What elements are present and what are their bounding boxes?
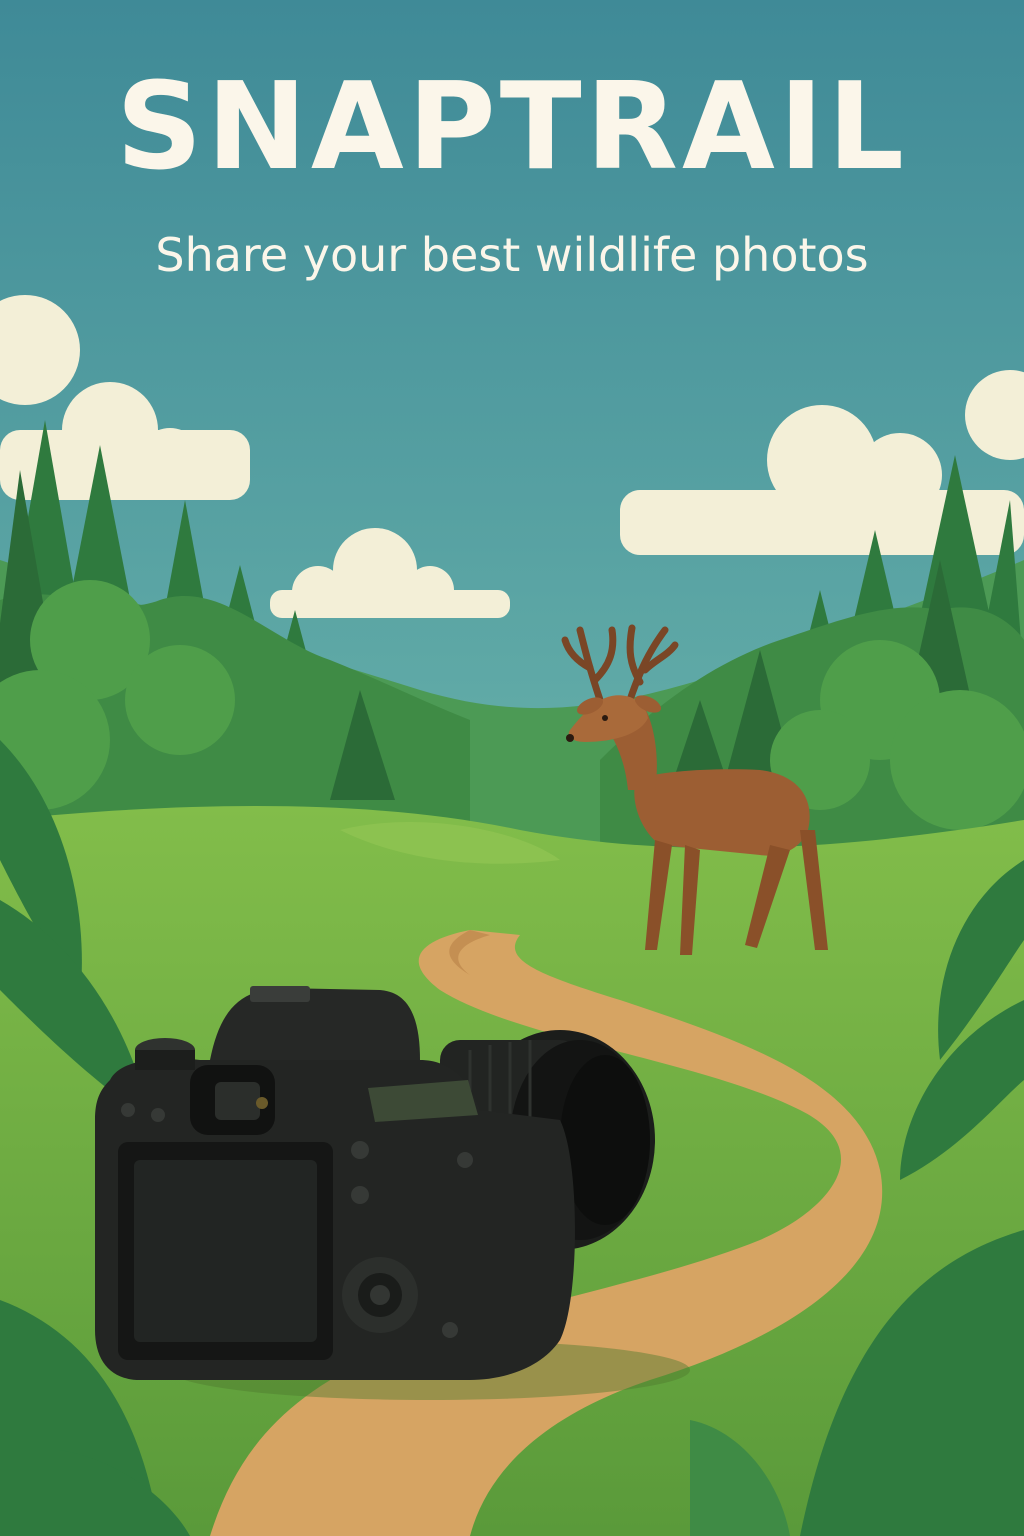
hot-shoe (250, 986, 310, 1002)
poster: SNAPTRAIL Share your best wildlife photo… (0, 0, 1024, 1536)
tagline: Share your best wildlife photos (155, 228, 869, 282)
app-title: SNAPTRAIL (116, 58, 908, 197)
